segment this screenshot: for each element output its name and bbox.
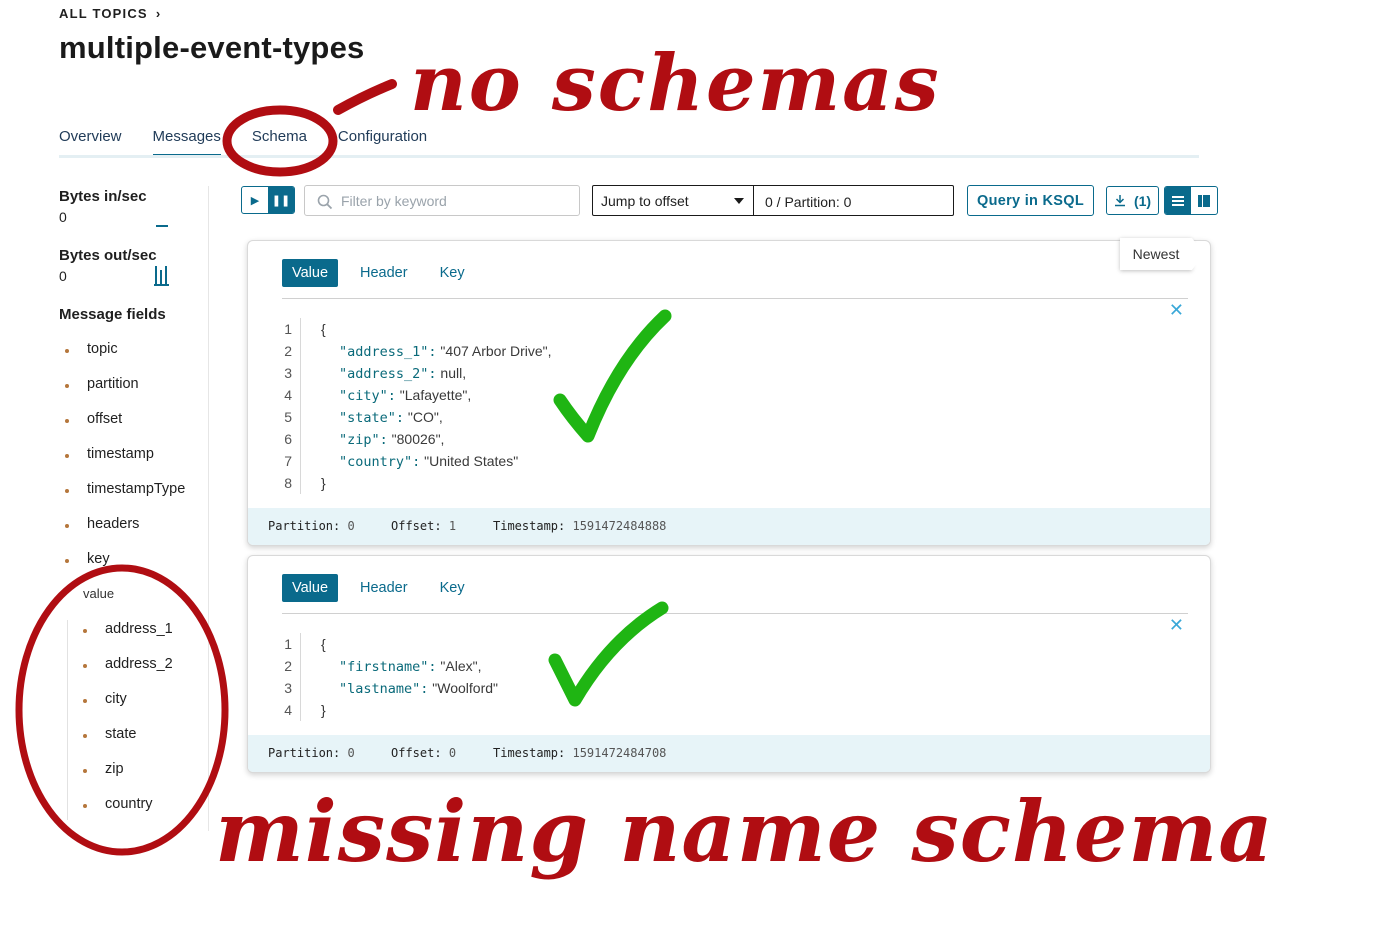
value-field-label: state: [105, 726, 137, 742]
caret-down-icon[interactable]: [734, 198, 744, 204]
field-label: partition: [87, 376, 139, 392]
search-icon: [317, 194, 333, 210]
bullet-icon: [83, 629, 87, 633]
value-field-label: country: [105, 796, 153, 812]
tab-key[interactable]: Key: [430, 574, 475, 602]
field-label: timestamp: [87, 446, 154, 462]
message-metadata: Partition: 0 Offset: 0 Timestamp: 159147…: [248, 735, 1210, 772]
timestamp-value: 1591472484888: [572, 519, 667, 533]
bytes-in-value: 0: [59, 209, 67, 225]
bytes-in-label: Bytes in/sec: [59, 188, 147, 205]
sidebar-divider: [208, 186, 209, 831]
field-label: topic: [87, 341, 118, 357]
bullet-icon: [65, 489, 69, 493]
newest-tooltip[interactable]: Newest: [1120, 238, 1204, 270]
tabs-underline: [59, 155, 1199, 158]
bullet-icon: [65, 349, 69, 353]
partition-value: 0: [347, 519, 355, 533]
value-group-label[interactable]: value: [83, 586, 114, 601]
value-group-guide: [67, 620, 68, 820]
field-label: key: [87, 551, 110, 567]
annotation-missing-name-schema: missing name schema: [215, 782, 1274, 881]
bullet-icon: [83, 769, 87, 773]
bytes-in-sparkline: [156, 225, 168, 227]
query-ksql-button[interactable]: Query in KSQL: [967, 185, 1094, 216]
value-field-label: zip: [105, 761, 124, 777]
tab-configuration[interactable]: Configuration: [338, 128, 427, 153]
view-toggle[interactable]: [1164, 186, 1218, 215]
message-card[interactable]: Value Header Key ✕ 1{ 2 "address_1": "407…: [247, 240, 1211, 546]
play-icon[interactable]: ▶: [242, 187, 268, 213]
breadcrumb[interactable]: ALL TOPICS ›: [59, 6, 161, 21]
bytes-out-value: 0: [59, 268, 67, 284]
bullet-icon: [65, 454, 69, 458]
tab-schema[interactable]: Schema: [252, 128, 307, 153]
filter-input-wrapper: [304, 185, 580, 216]
field-label: headers: [87, 516, 140, 532]
tab-messages[interactable]: Messages: [152, 128, 222, 157]
jump-to-offset-control: Jump to offset 0 / Partition: 0: [592, 185, 954, 216]
tab-value[interactable]: Value: [282, 574, 339, 602]
value-field-label: city: [105, 691, 127, 707]
offset-value: 0: [448, 746, 457, 760]
download-icon: [1114, 195, 1125, 207]
line-gutter: [300, 318, 301, 494]
annotation-dash: [333, 79, 397, 115]
tab-key[interactable]: Key: [430, 259, 475, 287]
field-label: offset: [87, 411, 123, 427]
message-card[interactable]: Value Header Key ✕ 1{ 2 "firstname": "Ale…: [247, 555, 1211, 773]
tab-header[interactable]: Header: [350, 574, 418, 602]
close-icon[interactable]: ✕: [1169, 300, 1184, 321]
bytes-out-sparkline: [154, 266, 169, 286]
bullet-icon: [83, 699, 87, 703]
value-field-label: address_1: [105, 621, 173, 637]
breadcrumb-label[interactable]: ALL TOPICS: [59, 6, 148, 21]
bullet-icon: [65, 384, 69, 388]
bullet-icon: [83, 664, 87, 668]
partition-value: 0: [347, 746, 355, 760]
message-metadata: Partition: 0 Offset: 1 Timestamp: 159147…: [248, 508, 1210, 545]
close-icon[interactable]: ✕: [1169, 615, 1184, 636]
chevron-right-icon: ›: [155, 6, 162, 21]
topic-tabs: Overview Messages Schema Configuration: [59, 128, 458, 157]
download-button[interactable]: (1): [1106, 186, 1159, 215]
message-tabs: Value Header Key: [282, 259, 487, 287]
filter-input[interactable]: [339, 192, 573, 210]
tab-overview[interactable]: Overview: [59, 128, 122, 153]
card-view-icon[interactable]: [1191, 187, 1217, 214]
bullet-icon: [83, 804, 87, 808]
timestamp-value: 1591472484708: [572, 746, 667, 760]
field-label: timestampType: [87, 481, 186, 497]
bullet-icon: [65, 524, 69, 528]
offset-value: 1: [448, 519, 457, 533]
divider: [282, 298, 1188, 299]
divider: [282, 613, 1188, 614]
message-fields-title: Message fields: [59, 306, 166, 323]
annotation-no-schemas: no schemas: [410, 38, 941, 129]
bullet-icon: [65, 419, 69, 423]
message-tabs: Value Header Key: [282, 574, 487, 602]
value-field-label: address_2: [105, 656, 173, 672]
jump-select[interactable]: Jump to offset: [601, 193, 689, 209]
bullet-icon: [65, 559, 69, 563]
play-pause-toggle[interactable]: ▶ ❚❚: [241, 186, 295, 214]
tab-header[interactable]: Header: [350, 259, 418, 287]
page-title: multiple-event-types: [59, 30, 365, 65]
list-view-icon[interactable]: [1165, 187, 1191, 214]
bullet-icon: [83, 734, 87, 738]
tab-value[interactable]: Value: [282, 259, 339, 287]
offset-partition-input[interactable]: 0 / Partition: 0: [765, 194, 851, 210]
bytes-out-label: Bytes out/sec: [59, 247, 157, 264]
download-count: (1): [1133, 192, 1152, 209]
pause-icon[interactable]: ❚❚: [268, 187, 294, 213]
line-gutter: [300, 633, 301, 721]
jump-separator: [753, 186, 754, 215]
